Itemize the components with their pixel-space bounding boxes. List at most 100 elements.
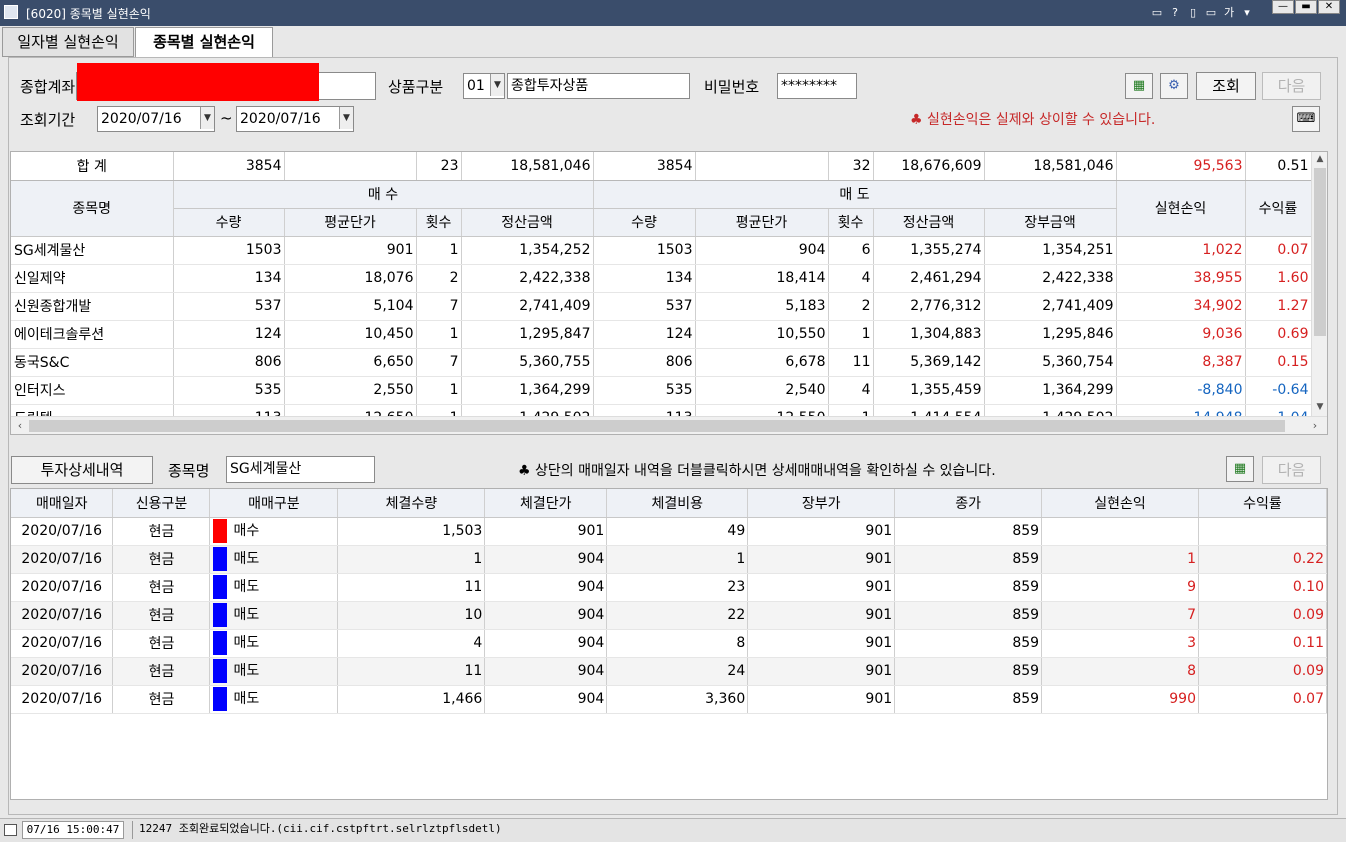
- screen-icon[interactable]: ▭: [1148, 6, 1166, 19]
- status-time: 07/16 15:00:47: [22, 821, 124, 839]
- cell-name: 인터지스: [11, 376, 174, 405]
- table-row[interactable]: 2020/07/16 현금 매도 11 904 23 901 859 9 0.10: [11, 573, 1327, 602]
- table-row[interactable]: 인터지스 535 2,550 1 1,364,299 535 2,540 4 1,355,459…: [11, 376, 1312, 405]
- col-buy-qty: 수량: [173, 208, 285, 237]
- table-row[interactable]: 동국S&C 806 6,650 7 5,360,755 806 6,678 11 5,369,1…: [11, 348, 1312, 377]
- trade-detail-table[interactable]: 매매일자 신용구분 매매구분 체결수량 체결단가 체결비용 장부가 종가 실현손익 수익률 202…: [10, 488, 1328, 800]
- col-sell-amount: 정산금액: [873, 208, 985, 237]
- chevron-down-icon[interactable]: ▼: [490, 74, 504, 96]
- cell-book: 901: [747, 545, 896, 574]
- cell-sell-qty: 806: [593, 348, 696, 377]
- table-row[interactable]: 2020/07/16 현금 매도 10 904 22 901 859 7 0.09: [11, 601, 1327, 630]
- horizontal-scrollbar[interactable]: ‹ ›: [11, 416, 1327, 434]
- scroll-thumb[interactable]: [29, 420, 1285, 432]
- close-button[interactable]: ✕: [1318, 0, 1340, 14]
- cell-sell-amount: 1,304,883: [873, 320, 985, 349]
- cell-buy-amount: 2,741,409: [461, 292, 594, 321]
- scroll-left-icon[interactable]: ‹: [12, 419, 28, 432]
- stock-pnl-table[interactable]: 합 계 3854 23 18,581,046 3854 32 18,676,60…: [10, 151, 1328, 435]
- date-to-field[interactable]: 2020/07/16 ▼: [236, 106, 354, 132]
- detail-next-button[interactable]: 다음: [1262, 456, 1321, 484]
- cell-pnl: 8,387: [1116, 348, 1246, 377]
- cell-date: 2020/07/16: [11, 545, 114, 574]
- summary-buy-avg: [284, 152, 417, 181]
- scroll-down-icon[interactable]: ▼: [1312, 402, 1327, 412]
- investment-detail-button[interactable]: 투자상세내역: [11, 456, 153, 484]
- window-title: [6020] 종목별 실현손익: [26, 7, 151, 21]
- table-row[interactable]: 2020/07/16 현금 매도 11 904 24 901 859 8 0.09: [11, 657, 1327, 686]
- date-from-field[interactable]: 2020/07/16 ▼: [97, 106, 215, 132]
- maximize-button[interactable]: ▬: [1295, 0, 1317, 14]
- col-sell-qty: 수량: [593, 208, 696, 237]
- monitor-icon[interactable]: [4, 824, 17, 836]
- cell-side: 매도: [209, 601, 339, 630]
- title-bar: [6020] 종목별 실현손익 ▭? ▯ ▭ 가 ▾ — ▬ ✕: [0, 0, 1346, 26]
- detail-stock-field[interactable]: SG세계물산: [226, 456, 375, 483]
- query-button[interactable]: 조회: [1196, 72, 1256, 100]
- cell-close: 859: [894, 573, 1043, 602]
- cell-buy-avg: 2,550: [284, 376, 417, 405]
- cell-buy-amount: 1,364,299: [461, 376, 594, 405]
- status-message: 12247 조회완료되었습니다.(cii.cif.cstpftrt.selrlz…: [132, 821, 1342, 839]
- table-row[interactable]: 2020/07/16 현금 매수 1,503 901 49 901 859: [11, 517, 1327, 546]
- excel-export-icon[interactable]: ▦: [1226, 456, 1254, 482]
- menu-icon[interactable]: ▾: [1238, 6, 1256, 19]
- cell-book-amount: 5,360,754: [984, 348, 1117, 377]
- cell-date: 2020/07/16: [11, 685, 114, 714]
- pin-icon[interactable]: ▯: [1184, 6, 1202, 19]
- link-icon[interactable]: ▭: [1202, 6, 1220, 19]
- scroll-right-icon[interactable]: ›: [1307, 419, 1323, 432]
- minimize-button[interactable]: —: [1272, 0, 1294, 14]
- table-row[interactable]: 2020/07/16 현금 매도 1 904 1 901 859 1 0.22: [11, 545, 1327, 574]
- summary-rate: 0.51: [1245, 152, 1312, 181]
- cell-buy-amount: 2,422,338: [461, 264, 594, 293]
- vertical-scrollbar[interactable]: ▲ ▼: [1311, 152, 1327, 418]
- tab-stock-pnl[interactable]: 종목별 실현손익: [135, 27, 273, 57]
- calendar-dropdown-icon[interactable]: ▼: [339, 107, 353, 129]
- detail-rows[interactable]: 2020/07/16 현금 매수 1,503 901 49 901 859 2020/07/16…: [11, 517, 1327, 714]
- keyboard-icon[interactable]: ⌨: [1292, 106, 1320, 132]
- cell-buy-qty: 537: [173, 292, 285, 321]
- cell-sell-qty: 134: [593, 264, 696, 293]
- cell-credit: 현금: [112, 601, 211, 630]
- stock-rows[interactable]: SG세계물산 1503 901 1 1,354,252 1503 904 6 1,355,274…: [11, 236, 1312, 433]
- summary-row: 합 계 3854 23 18,581,046 3854 32 18,676,60…: [11, 152, 1312, 181]
- side-color-swatch: [213, 631, 228, 655]
- tab-daily-pnl[interactable]: 일자별 실현손익: [2, 27, 134, 57]
- cell-book-amount: 1,354,251: [984, 236, 1117, 265]
- detail-col-header: 종가: [894, 489, 1043, 518]
- next-button[interactable]: 다음: [1262, 72, 1321, 100]
- table-row[interactable]: 신일제약 134 18,076 2 2,422,338 134 18,414 4 2,461,2…: [11, 264, 1312, 293]
- password-field[interactable]: ********: [777, 73, 857, 99]
- cell-rate: 1.27: [1245, 292, 1312, 321]
- cell-price: 904: [484, 685, 608, 714]
- cell-cost: 23: [606, 573, 749, 602]
- cell-close: 859: [894, 601, 1043, 630]
- cell-sell-avg: 5,183: [695, 292, 829, 321]
- cell-book: 901: [747, 573, 896, 602]
- cell-credit: 현금: [112, 629, 211, 658]
- cell-cost: 1: [606, 545, 749, 574]
- scroll-thumb[interactable]: [1314, 168, 1326, 336]
- cell-sell-count: 4: [828, 376, 874, 405]
- table-row[interactable]: 신원종합개발 537 5,104 7 2,741,409 537 5,183 2 2,776,3…: [11, 292, 1312, 321]
- table-row[interactable]: 에이테크솔루션 124 10,450 1 1,295,847 124 10,550 1 1,30…: [11, 320, 1312, 349]
- cell-rate: 0.09: [1198, 657, 1327, 686]
- detail-col-header: 체결단가: [484, 489, 608, 518]
- cell-side: 매도: [209, 629, 339, 658]
- table-row[interactable]: 2020/07/16 현금 매도 4 904 8 901 859 3 0.11: [11, 629, 1327, 658]
- excel-export-icon[interactable]: ▦: [1125, 73, 1153, 99]
- font-icon[interactable]: 가: [1220, 4, 1238, 20]
- product-code-select[interactable]: 01 ▼: [463, 73, 505, 99]
- calendar-dropdown-icon[interactable]: ▼: [200, 107, 214, 129]
- table-row[interactable]: SG세계물산 1503 901 1 1,354,252 1503 904 6 1,355,274…: [11, 236, 1312, 265]
- table-row[interactable]: 2020/07/16 현금 매도 1,466 904 3,360 901 859 990 0.07: [11, 685, 1327, 714]
- app-icon: [4, 5, 18, 19]
- help-icon[interactable]: ?: [1166, 6, 1184, 19]
- cell-buy-qty: 1503: [173, 236, 285, 265]
- cell-pnl: 3: [1041, 629, 1199, 658]
- scroll-up-icon[interactable]: ▲: [1312, 154, 1327, 164]
- settings-icon[interactable]: ⚙: [1160, 73, 1188, 99]
- cell-date: 2020/07/16: [11, 517, 114, 546]
- cell-pnl: 1: [1041, 545, 1199, 574]
